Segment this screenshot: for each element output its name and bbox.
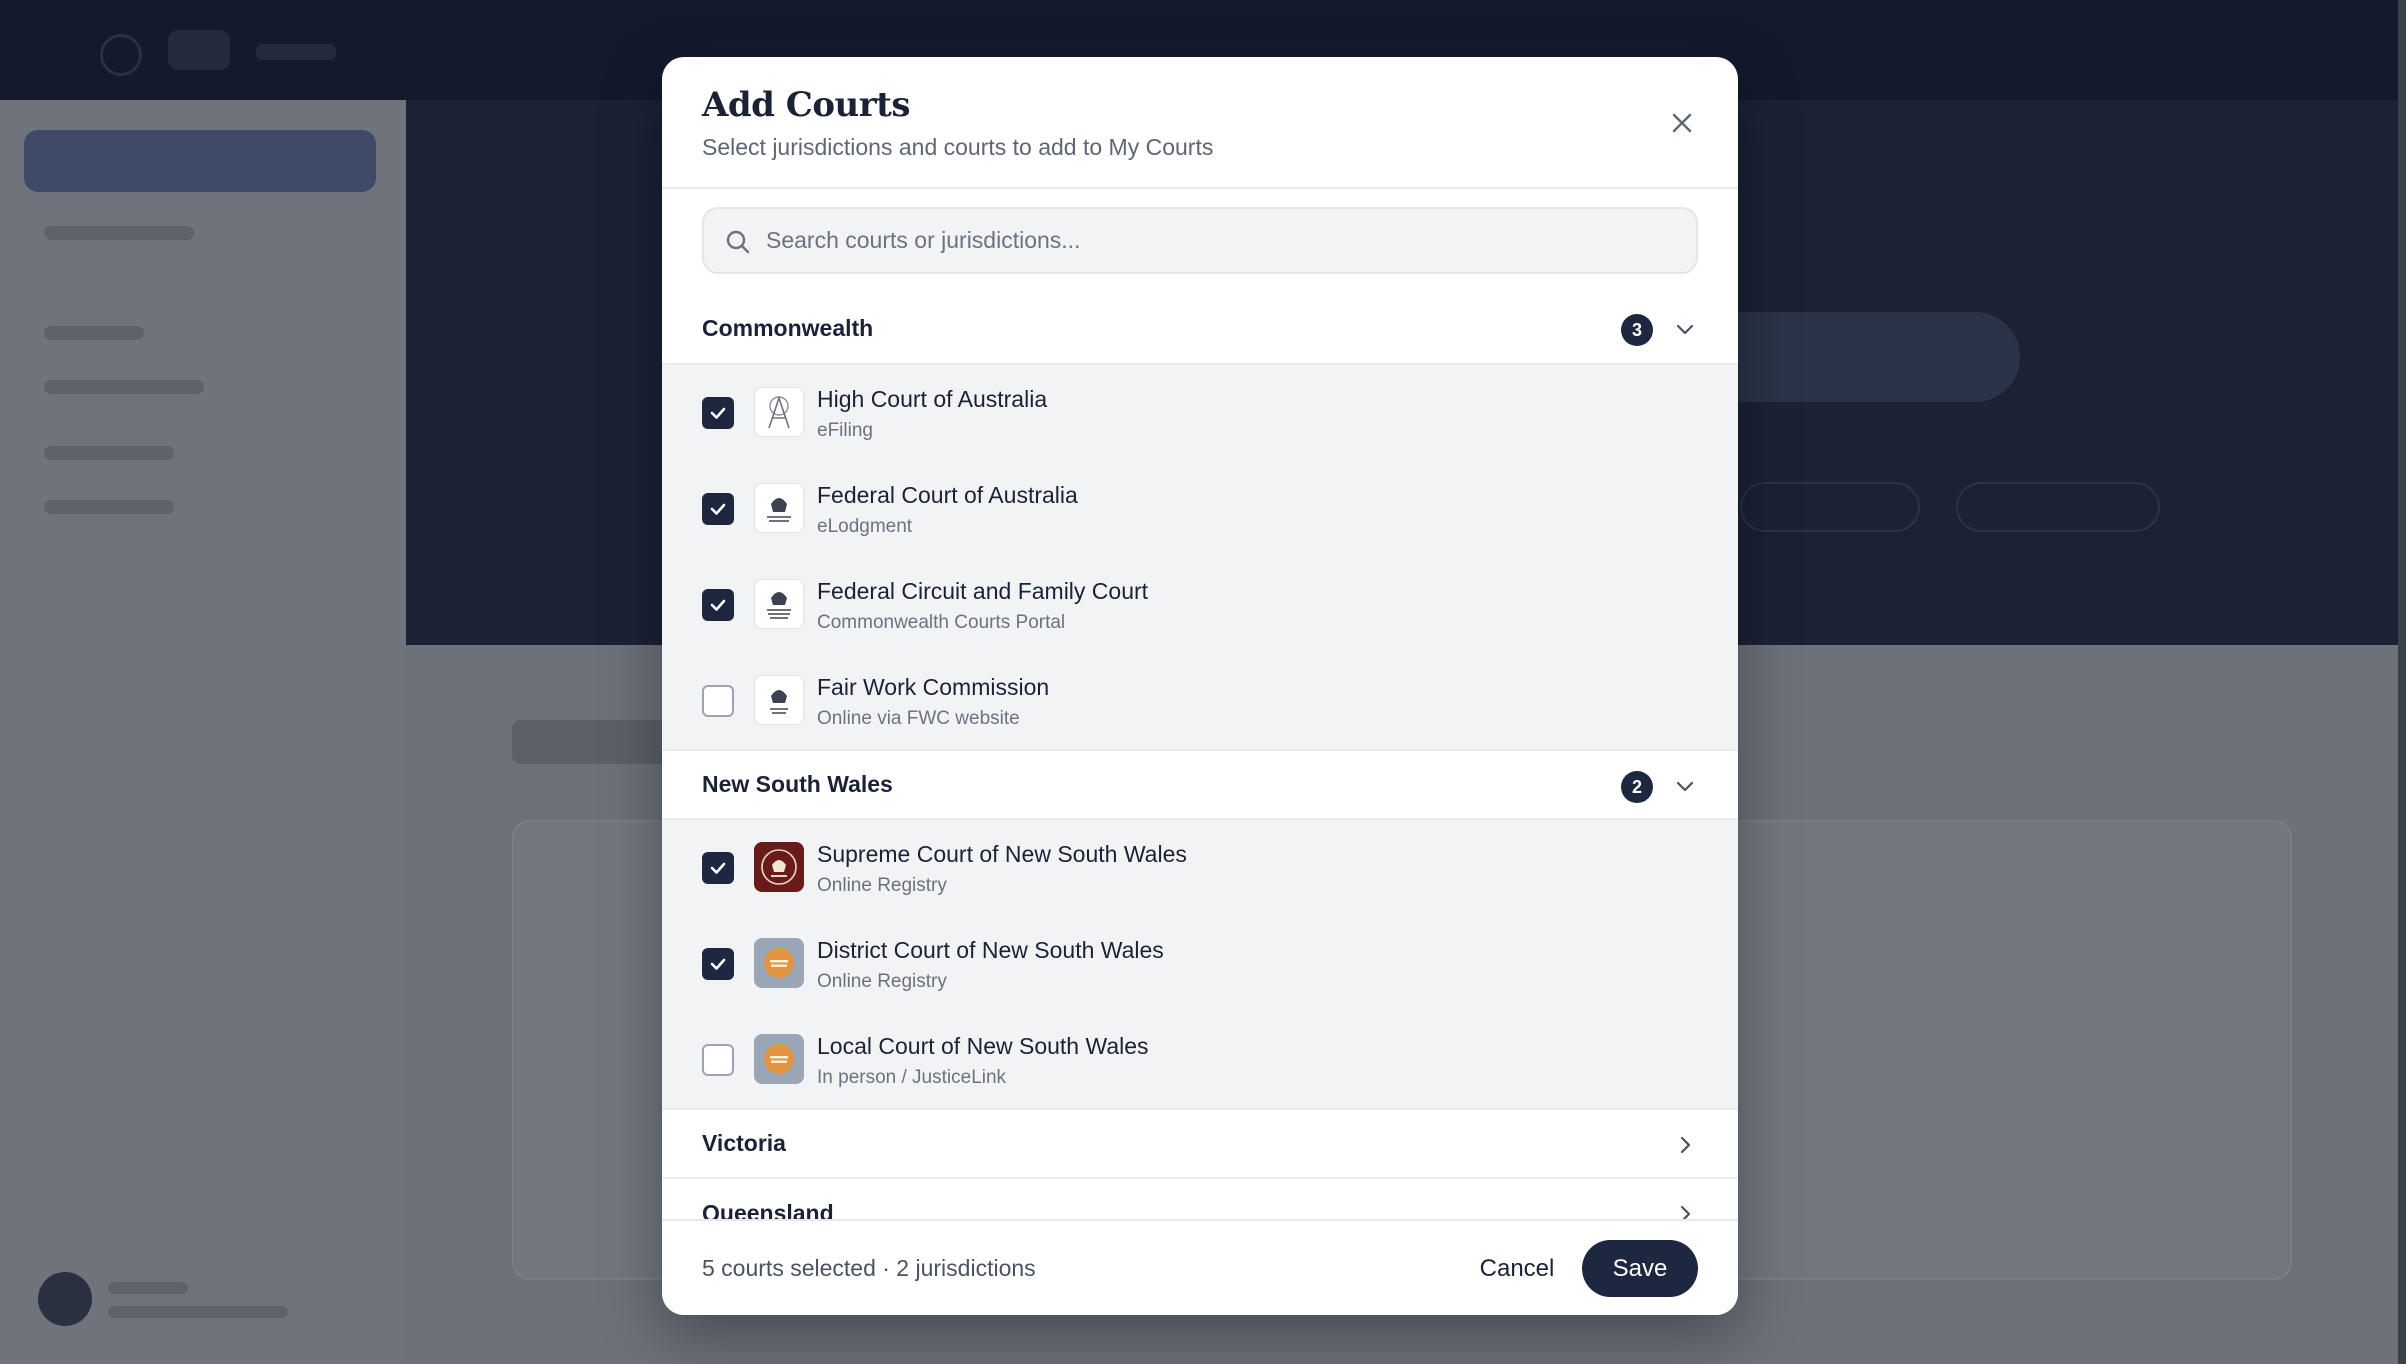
court-checkbox[interactable] (702, 948, 734, 980)
court-name: High Court of Australia (817, 386, 1048, 412)
background-sidebar-item (44, 226, 194, 240)
search-input[interactable] (766, 209, 1676, 272)
close-button[interactable] (1662, 103, 1702, 143)
australian-crest-icon (754, 387, 804, 437)
checkmark-icon (710, 599, 726, 611)
checkmark-icon (710, 862, 726, 874)
background-window-edge (2398, 0, 2406, 1364)
fair-work-crest-icon (754, 675, 804, 725)
dialog-subtitle: Select jurisdictions and courts to add t… (702, 134, 1214, 160)
jurisdiction-name: Queensland (702, 1200, 834, 1219)
nsw-courts-icon (754, 938, 804, 988)
court-row-local-court-nsw[interactable]: Local Court of New South Wales In person… (662, 1012, 1738, 1108)
supreme-court-seal-icon (754, 842, 804, 892)
save-button[interactable]: Save (1582, 1240, 1698, 1297)
court-checkbox[interactable] (702, 685, 734, 717)
jurisdiction-header-commonwealth[interactable]: Commonwealth 3 (662, 294, 1738, 365)
background-sidebar-item (44, 326, 144, 340)
court-filing-method: Online Registry (817, 971, 947, 992)
background-menu-icon (100, 34, 142, 76)
checkmark-icon (710, 407, 726, 419)
court-name: Supreme Court of New South Wales (817, 841, 1187, 867)
court-row-high-court[interactable]: High Court of Australia eFiling (662, 365, 1738, 461)
close-icon (1672, 113, 1692, 133)
court-checkbox[interactable] (702, 852, 734, 884)
court-list-commonwealth: High Court of Australia eFiling Federal … (662, 365, 1738, 749)
federal-circuit-crest-icon (754, 579, 804, 629)
court-checkbox[interactable] (702, 589, 734, 621)
chevron-right-icon (1680, 1205, 1691, 1219)
chevron-right-icon (1680, 1136, 1691, 1154)
jurisdiction-name: Victoria (702, 1130, 786, 1156)
court-row-federal-court[interactable]: Federal Court of Australia eLodgment (662, 461, 1738, 557)
background-sidebar-item (44, 380, 204, 394)
selected-count-badge: 2 (1621, 771, 1653, 803)
court-name: Federal Court of Australia (817, 482, 1078, 508)
court-row-supreme-court-nsw[interactable]: Supreme Court of New South Wales Online … (662, 820, 1738, 916)
court-checkbox[interactable] (702, 493, 734, 525)
background-section-heading (512, 720, 672, 764)
background-logo-text (256, 44, 336, 60)
background-sidebar-item (44, 446, 174, 460)
court-row-district-court-nsw[interactable]: District Court of New South Wales Online… (662, 916, 1738, 1012)
background-sidebar (0, 100, 406, 1364)
background-logo-icon (168, 30, 230, 70)
jurisdiction-name: Commonwealth (702, 315, 874, 341)
chevron-down-icon (1676, 324, 1694, 335)
nsw-courts-icon (754, 1034, 804, 1084)
jurisdiction-list: Commonwealth 3 High Court of Australia e… (662, 294, 1738, 1219)
jurisdiction-header-victoria[interactable]: Victoria (662, 1108, 1738, 1179)
court-row-federal-circuit[interactable]: Federal Circuit and Family Court Commonw… (662, 557, 1738, 653)
background-sidebar-button (24, 130, 376, 192)
background-avatar (38, 1272, 92, 1326)
court-filing-method: Commonwealth Courts Portal (817, 612, 1066, 633)
background-hero-chip (1956, 482, 2160, 532)
selected-count-badge: 3 (1621, 314, 1653, 346)
add-courts-dialog: Add Courts Select jurisdictions and cour… (662, 57, 1738, 1315)
court-name: Local Court of New South Wales (817, 1033, 1149, 1059)
checkmark-icon (710, 503, 726, 515)
dialog-title: Add Courts (702, 85, 910, 125)
cancel-button[interactable]: Cancel (1457, 1241, 1577, 1297)
selection-summary: 5 courts selected · 2 jurisdictions (702, 1255, 1036, 1281)
court-row-fair-work[interactable]: Fair Work Commission Online via FWC webs… (662, 653, 1738, 749)
court-filing-method: In person / JusticeLink (817, 1067, 1007, 1088)
court-filing-method: Online via FWC website (817, 708, 1020, 729)
dialog-footer: 5 courts selected · 2 jurisdictions Canc… (662, 1219, 1738, 1315)
court-list-nsw: Supreme Court of New South Wales Online … (662, 820, 1738, 1108)
federal-court-crest-icon (754, 483, 804, 533)
court-filing-method: Online Registry (817, 875, 947, 896)
background-user-name (108, 1282, 188, 1294)
court-filing-method: eLodgment (817, 516, 913, 537)
jurisdiction-name: New South Wales (702, 771, 893, 797)
court-name: Fair Work Commission (817, 674, 1050, 700)
dialog-header: Add Courts Select jurisdictions and cour… (662, 57, 1738, 189)
search-icon (726, 230, 750, 254)
background-hero-chip (1740, 482, 1920, 532)
court-checkbox[interactable] (702, 1044, 734, 1076)
search-box[interactable] (702, 207, 1698, 274)
jurisdiction-header-queensland[interactable]: Queensland (662, 1179, 1738, 1219)
court-checkbox[interactable] (702, 397, 734, 429)
background-sidebar-item (44, 500, 174, 514)
court-name: Federal Circuit and Family Court (817, 578, 1149, 604)
court-name: District Court of New South Wales (817, 937, 1164, 963)
jurisdiction-header-nsw[interactable]: New South Wales 2 (662, 749, 1738, 820)
checkmark-icon (710, 958, 726, 970)
chevron-down-icon (1676, 781, 1694, 792)
court-filing-method: eFiling (817, 420, 873, 441)
background-user-email (108, 1306, 288, 1318)
